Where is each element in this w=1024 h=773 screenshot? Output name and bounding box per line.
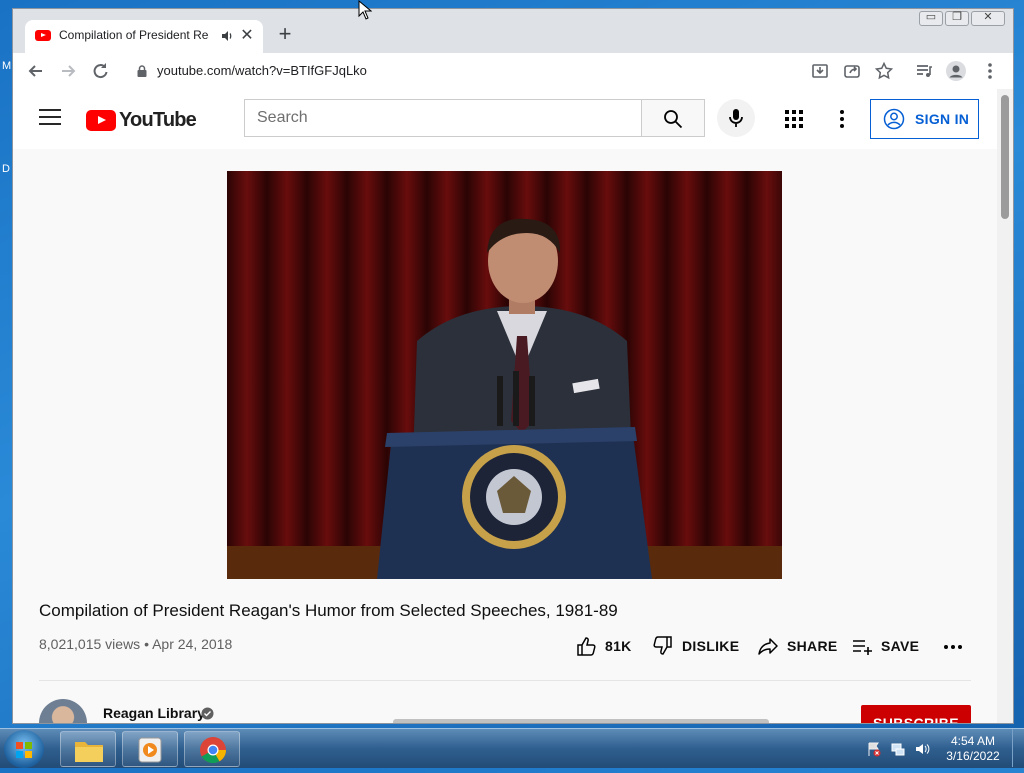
youtube-logo-text: YouTube xyxy=(119,108,197,131)
share-label: SHARE xyxy=(787,638,838,654)
tab-strip: Compilation of President Reagan's Humor … xyxy=(13,9,1013,53)
search-icon xyxy=(664,110,683,129)
desktop-icon-label: D xyxy=(2,163,10,175)
subscribe-button[interactable]: SUBSCRIBE xyxy=(861,705,971,723)
media-control-icon[interactable] xyxy=(913,60,935,82)
share-page-icon[interactable] xyxy=(841,60,863,82)
minimize-button[interactable]: ▭ xyxy=(919,11,943,26)
chrome-icon xyxy=(200,737,227,764)
clock-time: 4:54 AM xyxy=(950,734,996,748)
media-player-icon xyxy=(138,737,162,763)
tab-title: Compilation of President Reagan's Humor … xyxy=(59,28,209,42)
speaker-icon[interactable] xyxy=(220,29,234,43)
start-button[interactable] xyxy=(4,730,44,768)
folder-icon xyxy=(75,742,103,762)
address-bar[interactable]: youtube.com/watch?v=BTIfGFJqLko xyxy=(157,63,367,78)
taskbar-media-player[interactable] xyxy=(122,731,178,767)
desktop-icon-label: M xyxy=(2,60,12,72)
back-icon[interactable] xyxy=(25,60,47,82)
verified-badge-icon xyxy=(201,707,214,720)
dislike-label: DISLIKE xyxy=(682,638,740,654)
lock-icon[interactable] xyxy=(135,64,149,78)
system-clock[interactable]: 4:54 AM 3/16/2022 xyxy=(940,734,1006,764)
vertical-scrollbar[interactable] xyxy=(997,89,1013,723)
video-meta: 8,021,015 views • Apr 24, 2018 xyxy=(39,636,233,652)
microphone-icon xyxy=(729,109,743,127)
divider xyxy=(39,680,971,681)
playlist-add-icon xyxy=(853,640,872,655)
volume-icon[interactable] xyxy=(914,741,930,757)
maximize-button[interactable]: ❐ xyxy=(945,11,969,26)
video-player[interactable] xyxy=(227,171,782,579)
horizontal-scrollbar-thumb[interactable] xyxy=(393,719,769,723)
hamburger-menu-icon[interactable] xyxy=(39,109,61,127)
youtube-header: YouTube SIGN IN xyxy=(13,89,997,149)
save-button[interactable]: SAVE xyxy=(851,635,919,657)
channel-name[interactable]: Reagan Library xyxy=(103,705,205,721)
thumbs-down-icon xyxy=(653,636,672,655)
forward-icon[interactable] xyxy=(57,60,79,82)
browser-toolbar: youtube.com/watch?v=BTIfGFJqLko xyxy=(13,53,1013,89)
settings-more-icon[interactable] xyxy=(831,108,853,130)
close-window-button[interactable]: ✕ xyxy=(971,11,1005,26)
voice-search-button[interactable] xyxy=(717,99,755,137)
account-icon xyxy=(883,108,905,130)
new-tab-button[interactable]: + xyxy=(275,23,295,45)
channel-avatar[interactable] xyxy=(39,699,87,723)
taskbar-chrome[interactable] xyxy=(184,731,240,767)
apps-grid-icon[interactable] xyxy=(783,108,805,130)
window-controls: ▭ ❐ ✕ xyxy=(919,11,1005,29)
show-desktop-button[interactable] xyxy=(1012,729,1024,767)
search-button[interactable] xyxy=(642,99,705,137)
mouse-cursor-icon xyxy=(358,0,372,20)
youtube-favicon-icon xyxy=(35,30,51,41)
action-center-icon[interactable] xyxy=(866,741,882,757)
like-button[interactable]: 81K xyxy=(575,635,632,657)
youtube-page: YouTube SIGN IN xyxy=(13,89,997,723)
youtube-logo[interactable]: YouTube xyxy=(86,108,197,131)
share-arrow-icon xyxy=(758,638,778,655)
close-tab-icon[interactable]: ✕ xyxy=(239,28,255,44)
share-button[interactable]: SHARE xyxy=(757,635,838,657)
sign-in-label: SIGN IN xyxy=(915,111,970,127)
search-input[interactable] xyxy=(244,99,642,137)
clock-date: 3/16/2022 xyxy=(946,749,1000,763)
profile-icon[interactable] xyxy=(945,60,967,82)
like-count: 81K xyxy=(605,638,632,654)
taskbar: 4:54 AM 3/16/2022 xyxy=(0,728,1024,768)
reload-icon[interactable] xyxy=(89,60,111,82)
browser-menu-icon[interactable] xyxy=(979,60,1001,82)
more-actions-icon[interactable] xyxy=(941,639,965,655)
dislike-button[interactable]: DISLIKE xyxy=(652,635,739,657)
bookmark-star-icon[interactable] xyxy=(873,60,895,82)
video-title: Compilation of President Reagan's Humor … xyxy=(39,601,618,620)
browser-window: Compilation of President Reagan's Humor … xyxy=(12,8,1014,724)
windows-logo-icon xyxy=(16,742,32,758)
video-frame xyxy=(227,171,782,579)
vertical-scrollbar-thumb[interactable] xyxy=(1001,95,1009,219)
network-icon[interactable] xyxy=(890,741,906,757)
thumbs-up-icon xyxy=(577,637,596,656)
browser-tab[interactable]: Compilation of President Reagan's Humor … xyxy=(25,20,263,53)
youtube-play-icon xyxy=(86,109,116,131)
save-label: SAVE xyxy=(881,638,920,654)
taskbar-file-explorer[interactable] xyxy=(60,731,116,767)
install-icon[interactable] xyxy=(809,60,831,82)
sign-in-button[interactable]: SIGN IN xyxy=(870,99,979,139)
